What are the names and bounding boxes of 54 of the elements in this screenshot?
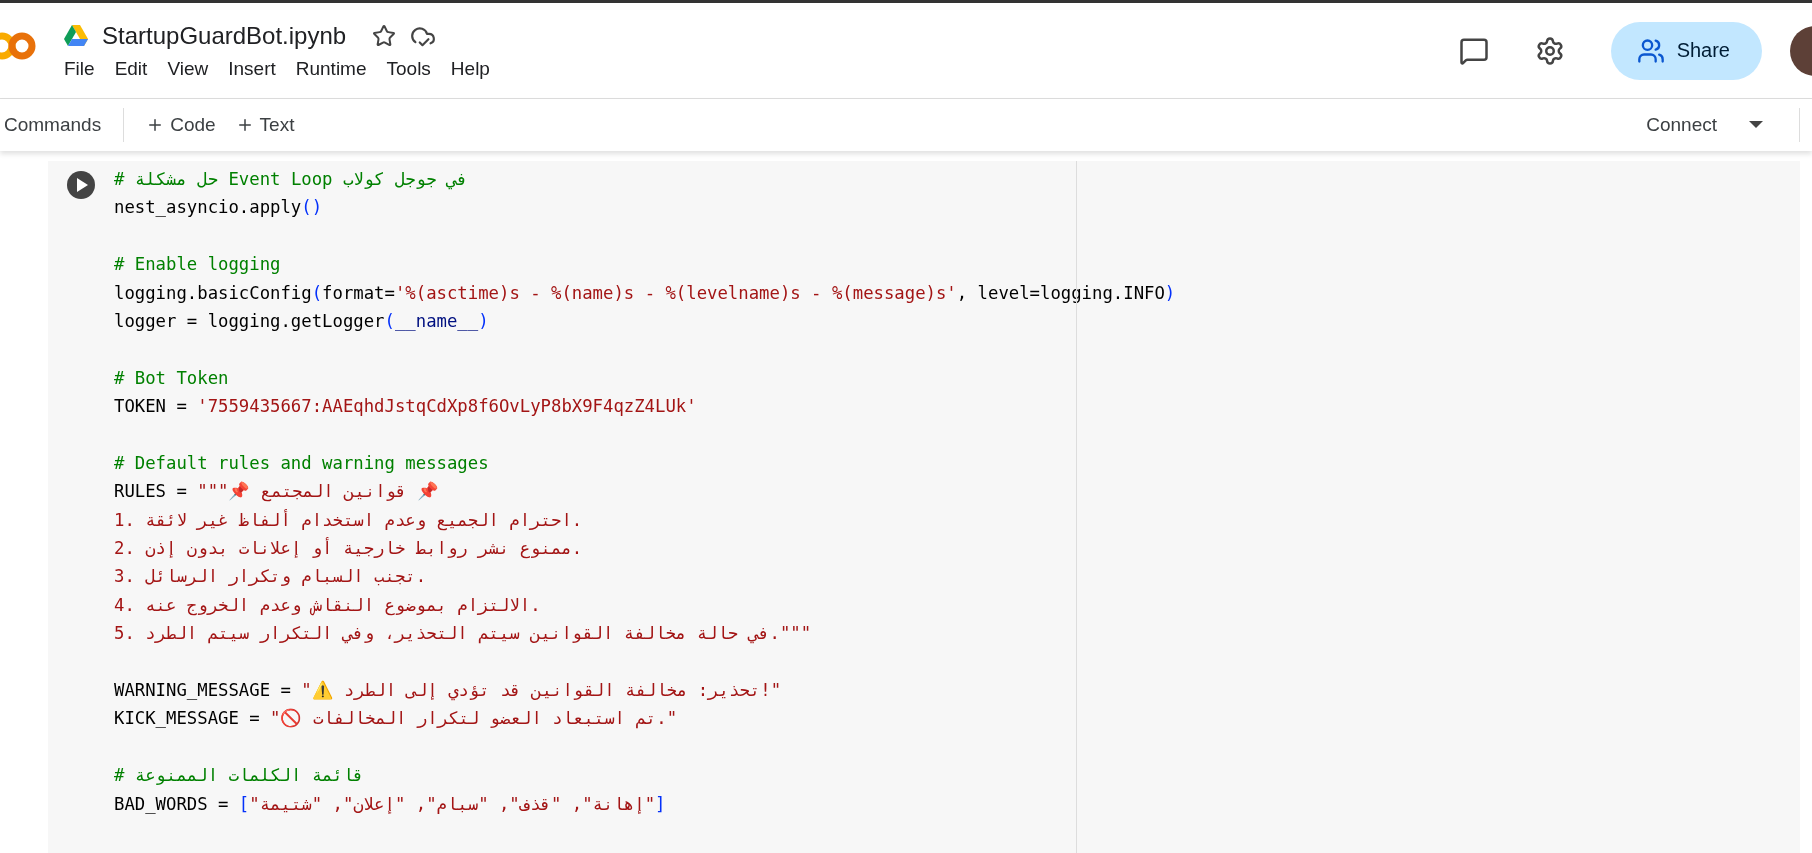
add-cell-button[interactable]: Code xyxy=(136,114,226,136)
code-token: ( xyxy=(384,310,395,331)
code-token: 1. احترام الجميع وعدم استخدام ألفاظ غير لائقة. xyxy=(114,509,583,530)
code-token: logging.basicConfig xyxy=(114,282,312,303)
settings-icon[interactable] xyxy=(1534,35,1565,66)
code-token: __name__ xyxy=(394,310,479,331)
code-token: WARNING_MESSAGE = xyxy=(114,680,292,701)
code-token: ( xyxy=(311,282,323,303)
code-token: 5. في حالة مخالفة القوانين سيتم التحذير، وفي التكرار سيتم الطرد.""" xyxy=(114,623,812,644)
people-icon xyxy=(1636,36,1665,65)
menu-item[interactable]: View xyxy=(167,57,221,80)
code-token: 4. الالتزام بموضوع النقاش وعدم الخروج عنه. xyxy=(114,594,541,615)
code-token: ] xyxy=(655,793,666,814)
code-comment: # قائمة الكلمات الممنوعة xyxy=(114,765,364,786)
drive-icon[interactable] xyxy=(64,24,88,47)
notebook-title[interactable]: StartupGuardBot.ipynb xyxy=(102,21,347,50)
code-token: [ xyxy=(238,793,250,814)
code-comment: # حل مشكلة Event Loop في جوجل كولاب xyxy=(114,169,468,189)
code-token: ) xyxy=(1164,282,1176,303)
code-token: nest_asyncio.apply xyxy=(114,197,302,218)
code-comment: # Default rules and warning messages xyxy=(114,452,489,473)
menu-item[interactable]: Insert xyxy=(228,57,288,80)
code-token: '%(asctime)s - %(name)s - %(levelname)s - %(message)s' xyxy=(394,282,957,303)
code-token: BAD_WORDS = xyxy=(114,793,230,814)
run-button[interactable] xyxy=(67,171,95,199)
menu-item[interactable]: File xyxy=(64,57,107,80)
menu-item[interactable]: Edit xyxy=(114,57,160,80)
code-token: logger = logging.getLogger xyxy=(114,310,385,331)
menu-item[interactable]: Help xyxy=(450,57,502,80)
code-cell[interactable] xyxy=(48,161,1800,853)
add-cell-button[interactable]: Text xyxy=(225,114,305,136)
code-token: format= xyxy=(322,282,395,303)
commands-button[interactable]: Commands xyxy=(0,114,112,136)
menu-item[interactable]: Runtime xyxy=(295,57,379,80)
code-token: KICK_MESSAGE = xyxy=(114,708,261,729)
share-button[interactable]: Share xyxy=(1610,21,1762,80)
code-comment: # Enable logging xyxy=(114,254,281,275)
code-token: RULES = xyxy=(114,481,188,502)
code-token: 3. تجنب السبام وتكرار الرسائل. xyxy=(114,566,427,587)
code-token: "🚫 تم استبعاد العضو لتكرار المخالفات." xyxy=(270,708,678,729)
code-token: "إهانة", "قذف", "سبام", "إعلان", "شتيمة" xyxy=(249,793,656,814)
code-token: "⚠ تحذير: مخالفة القوانين قد تؤدي إلى الطرد!" xyxy=(301,680,782,701)
dropdown-caret-icon[interactable] xyxy=(1749,121,1763,129)
code-token: TOKEN = xyxy=(114,396,188,417)
code-token: ) xyxy=(478,310,489,331)
code-token: """📌 قوانين المجتمع 📌 xyxy=(197,481,439,502)
menu-item[interactable]: Tools xyxy=(386,57,443,80)
connect-button[interactable]: Connect xyxy=(1636,114,1727,136)
code-comment: # Bot Token xyxy=(114,367,229,388)
code-token: '7559435667:AAEqhdJstqCdXp8f6OvLyP8bX9F4qzZ4LUk' xyxy=(197,396,697,417)
star-icon[interactable] xyxy=(372,23,397,48)
code-token: , level=logging.INFO xyxy=(956,282,1165,303)
code-token: 2. ممنوع نشر روابط خارجية أو إعلانات بدون إذن. xyxy=(114,538,583,559)
code-token: () xyxy=(301,197,323,218)
